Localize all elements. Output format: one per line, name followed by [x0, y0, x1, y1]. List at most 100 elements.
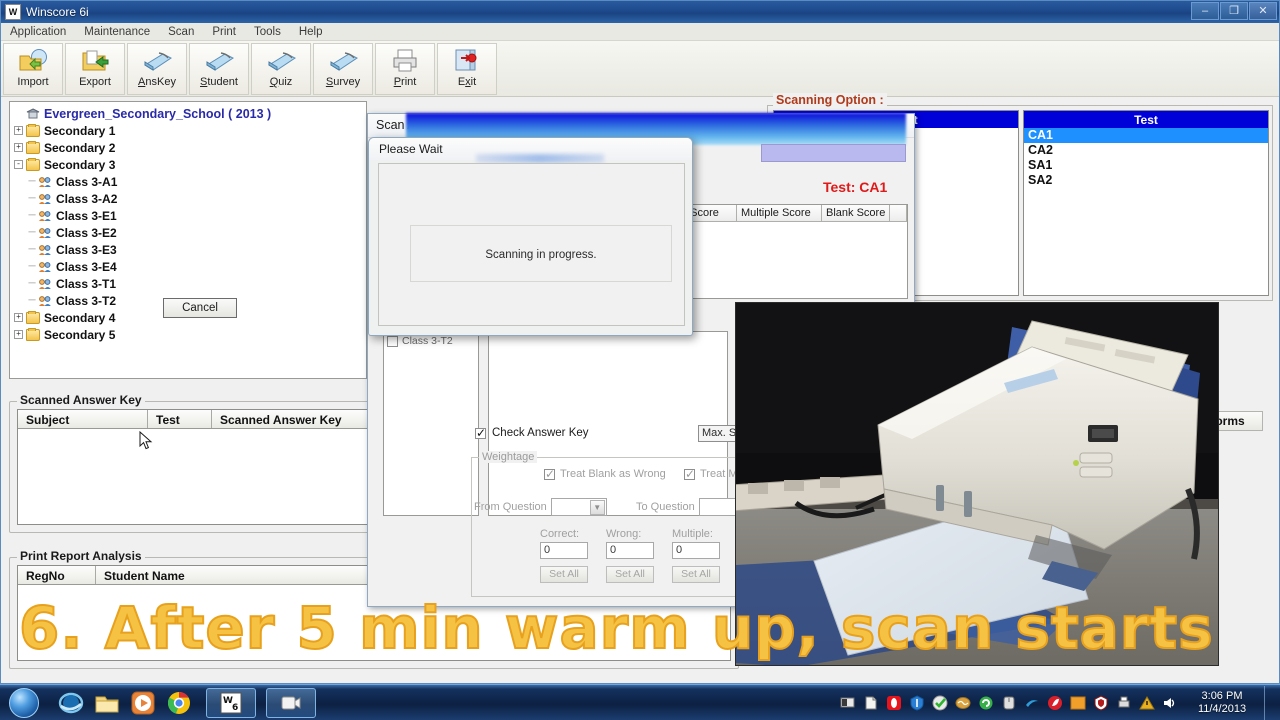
toolbar-button-exit[interactable]: Exit [437, 43, 497, 95]
tree-node-secondary-3[interactable]: - Secondary 3 [10, 156, 366, 173]
treat-blank-as-wrong-row[interactable]: Treat Blank as Wrong [544, 467, 666, 481]
tree-expander-plus[interactable]: + [14, 313, 23, 322]
tree-node-class[interactable]: ─ Class 3-A2 [10, 190, 366, 207]
folder-icon [26, 327, 40, 341]
sync-green-icon[interactable] [978, 695, 994, 711]
class-icon [38, 278, 52, 290]
start-orb-icon[interactable] [2, 686, 46, 720]
check-answer-key-row[interactable]: Check Answer Key [475, 426, 589, 440]
minimize-button[interactable]: – [1191, 2, 1219, 20]
column-header-test[interactable]: Test [148, 410, 212, 428]
menu-item-print[interactable]: Print [203, 25, 245, 39]
tree-node-class[interactable]: ─ Class 3-E1 [10, 207, 366, 224]
column-header-subject[interactable]: Subject [18, 410, 148, 428]
toolbar-button-anskey[interactable]: AnsKey [127, 43, 187, 95]
tree-node-secondary-1[interactable]: + Secondary 1 [10, 122, 366, 139]
show-desktop-button[interactable] [1264, 686, 1274, 720]
score-table[interactable]: g Score Multiple Score Blank Score [676, 204, 908, 299]
test-list-item-ca1[interactable]: CA1 [1024, 128, 1268, 143]
network-brain-icon[interactable] [955, 695, 971, 711]
wrong-input[interactable]: 0 [606, 542, 654, 559]
tree-node-class[interactable]: ─ Class 3-E2 [10, 224, 366, 241]
internet-explorer-icon[interactable] [58, 690, 84, 716]
toolbar-button-survey[interactable]: Survey [313, 43, 373, 95]
correct-set-all-button[interactable]: Set All [540, 566, 588, 583]
windows-explorer-icon[interactable] [94, 690, 120, 716]
tree-node-class[interactable]: ─ Class 3-T1 [10, 275, 366, 292]
class-selection-listbox[interactable]: Class 3-T2 [383, 331, 479, 516]
tree-label: Class 3-E1 [56, 208, 117, 223]
toolbar-button-quiz[interactable]: Quiz [251, 43, 311, 95]
tree-node-class[interactable]: ─ Class 3-E4 [10, 258, 366, 275]
multiple-input[interactable]: 0 [672, 542, 720, 559]
opera-icon[interactable] [886, 695, 902, 711]
warning-icon[interactable] [1139, 695, 1155, 711]
test-list-item-sa2[interactable]: SA2 [1024, 173, 1268, 188]
google-chrome-icon[interactable] [166, 690, 192, 716]
from-question-row[interactable]: From Question ▼ [474, 498, 607, 516]
taskbar-task-camtasia[interactable] [266, 687, 316, 718]
menu-item-tools[interactable]: Tools [245, 25, 290, 39]
volume-icon[interactable] [1162, 695, 1178, 711]
toolbar-button-print[interactable]: Print [375, 43, 435, 95]
tree-node-secondary-2[interactable]: + Secondary 2 [10, 139, 366, 156]
check-green-icon[interactable] [932, 695, 948, 711]
taskbar-clock[interactable]: 3:06 PM 11/4/2013 [1191, 690, 1253, 716]
document-icon[interactable] [863, 695, 879, 711]
treat-multiple-checkbox[interactable] [684, 467, 695, 481]
check-answer-key-checkbox[interactable] [475, 426, 486, 440]
toolbar-label-survey: Survey [325, 76, 361, 88]
multiple-label: Multiple: [672, 528, 713, 540]
tree-label: Class 3-E3 [56, 242, 117, 257]
tree-expander-plus[interactable]: + [14, 126, 23, 135]
shield-icon[interactable] [909, 695, 925, 711]
maximize-button[interactable]: ❐ [1220, 2, 1248, 20]
toolbar-button-student[interactable]: Student [189, 43, 249, 95]
column-header-blank-score[interactable]: Blank Score [822, 205, 890, 221]
blue-swirl-icon[interactable] [1024, 695, 1040, 711]
menu-item-application[interactable]: Application [1, 25, 75, 39]
test-listbox[interactable]: Test CA1 CA2 SA1 SA2 [1023, 110, 1269, 296]
please-wait-cancel-button[interactable]: Cancel [163, 298, 237, 318]
tree-node-class[interactable]: ─ Class 3-A1 [10, 173, 366, 190]
monitor-icon[interactable] [840, 695, 856, 711]
menu-item-maintenance[interactable]: Maintenance [75, 25, 159, 39]
correct-input[interactable]: 0 [540, 542, 588, 559]
test-list-item-ca2[interactable]: CA2 [1024, 143, 1268, 158]
multiple-set-all-button[interactable]: Set All [672, 566, 720, 583]
tree-expander-plus[interactable]: + [14, 330, 23, 339]
tree-node-class[interactable]: ─ Class 3-E3 [10, 241, 366, 258]
media-player-icon[interactable] [130, 690, 156, 716]
import-folder-icon [18, 47, 48, 75]
shield-red-icon[interactable] [1093, 695, 1109, 711]
check-answer-key-label: Check Answer Key [492, 427, 589, 439]
treat-blank-as-wrong-checkbox[interactable] [544, 467, 555, 481]
toolbar-label-student: Student [200, 76, 238, 88]
orange-square-icon[interactable] [1070, 695, 1086, 711]
red-leaf-icon[interactable] [1047, 695, 1063, 711]
main-toolbar: Import Export AnsKey Student Quiz Survey… [1, 41, 1279, 97]
tree-expander-minus[interactable]: - [14, 160, 23, 169]
column-header-multiple-score[interactable]: Multiple Score [737, 205, 822, 221]
menu-item-scan[interactable]: Scan [159, 25, 203, 39]
from-question-combobox[interactable]: ▼ [550, 498, 607, 516]
wrong-set-all-button[interactable]: Set All [606, 566, 654, 583]
taskbar-task-winscore[interactable]: W 6 [206, 687, 256, 718]
close-button[interactable]: ✕ [1249, 2, 1277, 20]
menu-item-help[interactable]: Help [290, 25, 332, 39]
export-folder-icon [80, 47, 110, 75]
scanner-icon [327, 47, 359, 75]
mouse-icon[interactable] [1001, 695, 1017, 711]
folder-icon [26, 123, 40, 137]
class-3t2-checkbox[interactable] [387, 335, 398, 347]
toolbar-button-export[interactable]: Export [65, 43, 125, 95]
test-list-item-sa1[interactable]: SA1 [1024, 158, 1268, 173]
printer-tray-icon[interactable] [1116, 695, 1132, 711]
tree-node-root[interactable]: Evergreen_Secondary_School ( 2013 ) [10, 105, 366, 122]
tree-node-secondary-5[interactable]: + Secondary 5 [10, 326, 366, 343]
school-tree-panel[interactable]: Evergreen_Secondary_School ( 2013 ) + Se… [9, 101, 367, 379]
tree-expander-plus[interactable]: + [14, 143, 23, 152]
chevron-down-icon[interactable]: ▼ [589, 499, 605, 515]
column-header-regno[interactable]: RegNo [18, 566, 96, 584]
toolbar-button-import[interactable]: Import [3, 43, 63, 95]
